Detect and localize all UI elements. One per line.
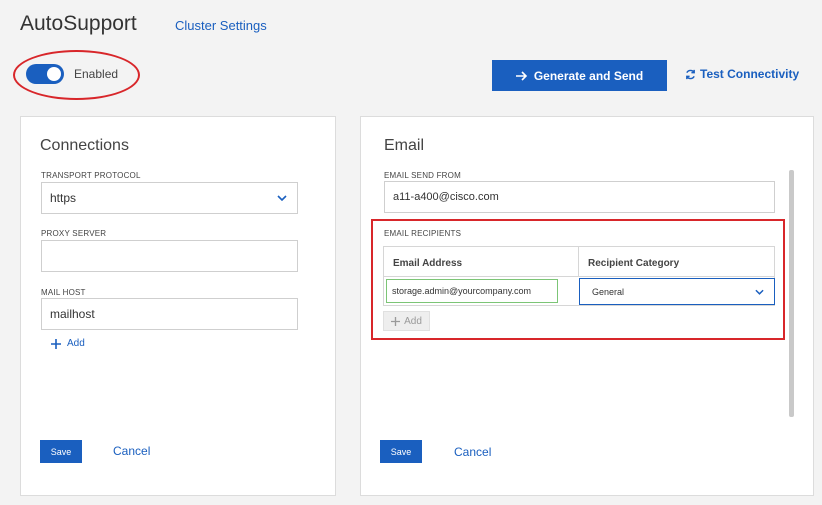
generate-and-send-button[interactable]: Generate and Send xyxy=(492,60,667,91)
connections-cancel-link[interactable]: Cancel xyxy=(113,444,150,458)
add-recipient-label: Add xyxy=(404,315,422,327)
test-connectivity-label: Test Connectivity xyxy=(700,67,800,81)
cluster-settings-link[interactable]: Cluster Settings xyxy=(175,18,267,33)
plus-icon xyxy=(391,316,401,326)
arrow-right-icon xyxy=(515,70,527,81)
transport-protocol-label: TRANSPORT PROTOCOL xyxy=(41,171,141,180)
mail-host-input[interactable]: mailhost xyxy=(41,298,298,330)
email-save-button[interactable]: Save xyxy=(380,440,422,463)
connections-save-button[interactable]: Save xyxy=(40,440,82,463)
connections-card: Connections TRANSPORT PROTOCOL https PRO… xyxy=(20,116,336,496)
test-connectivity-link[interactable]: Test Connectivity xyxy=(685,67,799,81)
generate-and-send-label: Generate and Send xyxy=(533,68,644,83)
mail-host-label: MAIL HOST xyxy=(41,288,86,297)
recipient-category-select[interactable]: General xyxy=(579,278,775,305)
connections-title: Connections xyxy=(40,137,129,154)
email-cancel-link[interactable]: Cancel xyxy=(454,445,491,459)
toggle-knob xyxy=(47,67,61,81)
proxy-server-input[interactable] xyxy=(41,240,298,272)
header-divider xyxy=(384,276,774,277)
add-recipient-button[interactable]: Add xyxy=(383,311,430,331)
chevron-down-icon xyxy=(277,195,287,201)
plus-icon xyxy=(51,338,61,349)
transport-protocol-value: https xyxy=(50,191,77,205)
recipients-table: Email Address Recipient Category storage… xyxy=(383,246,775,306)
autosupport-toggle-group: Enabled xyxy=(26,64,118,84)
chevron-down-icon xyxy=(755,289,764,295)
refresh-icon xyxy=(686,69,695,79)
transport-protocol-select[interactable]: https xyxy=(41,182,298,214)
toggle-label: Enabled xyxy=(74,67,119,81)
email-title: Email xyxy=(384,137,425,154)
column-header-email: Email Address xyxy=(393,258,463,269)
add-mail-host-link[interactable]: Add xyxy=(51,338,85,349)
add-label: Add xyxy=(67,338,85,349)
recipient-email-value: storage.admin@yourcompany.com xyxy=(392,286,532,296)
column-header-category: Recipient Category xyxy=(588,258,680,269)
email-send-from-input[interactable]: a11-a400@cisco.com xyxy=(384,181,775,213)
enabled-toggle[interactable] xyxy=(26,64,64,84)
column-divider xyxy=(578,247,579,277)
proxy-server-label: PROXY SERVER xyxy=(41,229,107,238)
email-send-from-value: a11-a400@cisco.com xyxy=(393,191,499,203)
recipient-email-input[interactable]: storage.admin@yourcompany.com xyxy=(386,279,558,303)
email-recipients-label: EMAIL RECIPIENTS xyxy=(384,229,462,238)
recipient-category-value: General xyxy=(592,286,625,297)
page-title: AutoSupport xyxy=(20,12,137,35)
email-card: Email EMAIL SEND FROM a11-a400@cisco.com… xyxy=(360,116,814,496)
mail-host-value: mailhost xyxy=(50,307,95,321)
email-send-from-label: EMAIL SEND FROM xyxy=(384,171,461,180)
email-scrollbar[interactable] xyxy=(789,170,794,417)
